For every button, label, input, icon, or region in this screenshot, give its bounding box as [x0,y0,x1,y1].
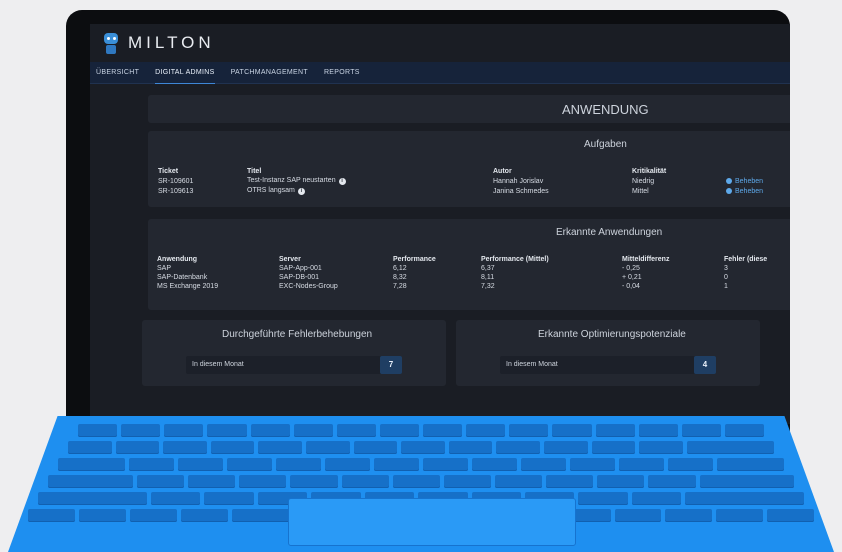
apps-title: Erkannte Anwendungen [556,227,663,238]
table-row: SAP SAP-App-001 6,12 6,37- 0,25 3 [157,265,728,272]
screen: MILTON ÜBERSICHT DIGITAL ADMINS PATCHMAN… [90,24,790,424]
apps-table: Anwendung Server Performance Performance… [157,255,790,291]
brand-name: MILTON [128,33,215,52]
fixes-stat[interactable]: In diesem Monat 7 [186,356,402,374]
table-row: MS Exchange 2019 EXC-Nodes-Group 7,28 7,32-… [157,283,728,290]
table-row: SR-109613 OTRS langsam i Janina Schmedes … [158,186,790,196]
optimizations-stat[interactable]: In diesem Monat 4 [500,356,716,374]
optimizations-title: Erkannte Optimierungspotenziale [538,329,686,340]
tasks-card: Aufgaben Ticket Titel Autor Kritikalität… [148,131,790,207]
robot-logo-icon [100,31,122,55]
table-row: SR-109601 Test-Instanz SAP neustarten i H… [158,176,790,186]
tasks-title: Aufgaben [584,139,627,150]
col-application: Anwendung [157,256,198,263]
main-nav: ÜBERSICHT DIGITAL ADMINS PATCHMANAGEMENT… [90,62,790,84]
fix-button[interactable]: Beheben [726,176,790,186]
col-author: Autor [493,168,512,175]
info-icon[interactable]: i [297,188,305,195]
col-performance-avg: Performance (Mittel) [481,256,549,263]
logo[interactable]: MILTON [100,31,215,55]
col-title: Titel [247,168,262,175]
tab-uebersicht[interactable]: ÜBERSICHT [96,62,139,83]
header-card: ANWENDUNG [148,95,790,123]
tab-reports[interactable]: REPORTS [324,62,360,83]
gear-icon [726,187,732,194]
gear-icon [726,177,732,184]
optimizations-count-badge: 4 [694,356,716,374]
info-icon[interactable]: i [338,178,346,185]
col-avg-diff: Mitteldifferenz [622,256,670,263]
col-criticality: Kritikalität [632,168,667,175]
touchpad [288,498,576,546]
top-bar: MILTON [90,24,790,62]
tab-digital-admins[interactable]: DIGITAL ADMINS [155,62,215,84]
col-errors: Fehler (diese [724,256,768,263]
col-ticket: Ticket [158,168,179,175]
page-title: ANWENDUNG [562,102,649,117]
table-row: SAP-Datenbank SAP-DB-001 8,32 8,11 + 0,21 0 [157,274,728,281]
optimizations-card: Erkannte Optimierungspotenziale In diese… [456,320,760,386]
col-performance: Performance [393,256,436,263]
fixes-card: Durchgeführte Fehlerbehebungen In diesem… [142,320,446,386]
fixes-title: Durchgeführte Fehlerbehebungen [222,329,373,340]
fixes-count-badge: 7 [380,356,402,374]
apps-card: Erkannte Anwendungen Anwendung Server Pe… [148,219,790,310]
tab-patchmanagement[interactable]: PATCHMANAGEMENT [231,62,308,83]
tasks-table: Ticket Titel Autor Kritikalität SR-10960… [158,167,790,196]
fix-button[interactable]: Beheben [726,186,790,196]
col-server: Server [279,256,301,263]
